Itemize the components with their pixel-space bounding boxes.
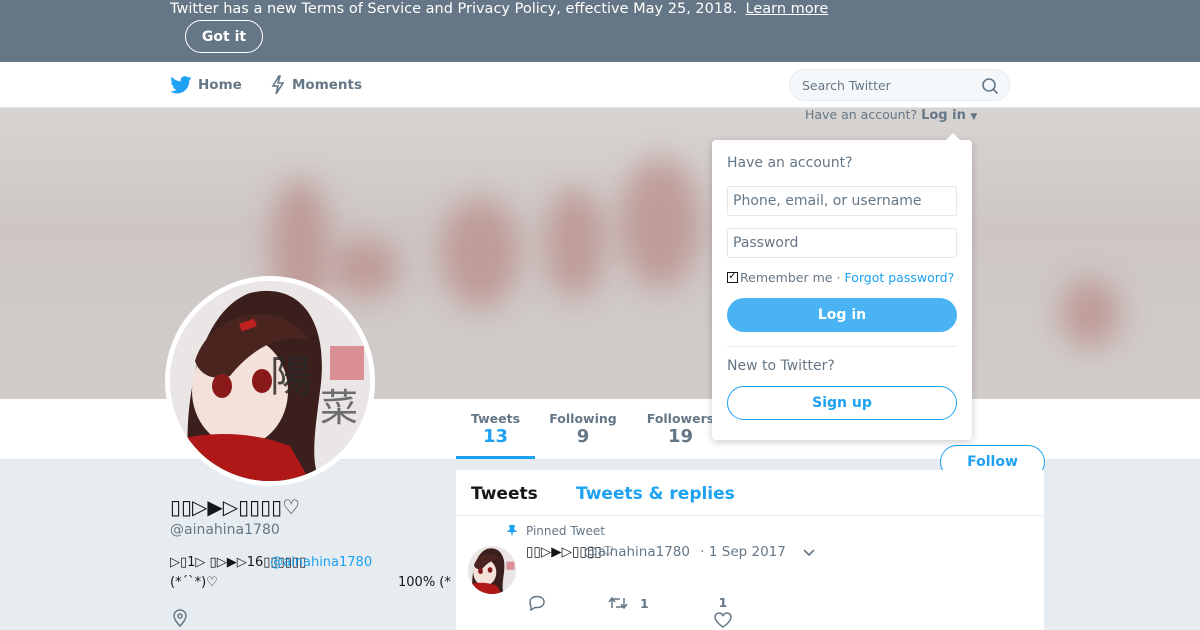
forgot-password-link[interactable]: Forgot password?	[844, 270, 954, 285]
top-navigation: Home Moments	[0, 62, 1200, 108]
twitter-bird-icon	[170, 76, 192, 94]
search-icon[interactable]	[981, 77, 999, 95]
terms-banner: Twitter has a new Terms of Service and P…	[0, 0, 1200, 62]
stat-followers-value: 19	[667, 426, 694, 447]
pinned-tweet-context: Pinned Tweet	[506, 524, 605, 538]
remember-me-label[interactable]: Remember me	[740, 270, 832, 285]
have-account-label: Have an account?	[805, 107, 918, 122]
bio-emoticon: (*´`*)♡	[170, 575, 218, 590]
signup-button[interactable]: Sign up	[727, 386, 957, 420]
profile-handle[interactable]: @ainahina1780	[170, 522, 280, 538]
stat-tweets-value: 13	[482, 426, 509, 447]
new-to-twitter-label: New to Twitter?	[727, 358, 835, 374]
stat-tweets[interactable]: Tweets 13	[456, 399, 535, 459]
banner-text: Twitter has a new Terms of Service and P…	[170, 0, 828, 18]
bio-percent-text: 100% (*	[398, 575, 451, 590]
svg-text:菜: 菜	[320, 386, 358, 430]
svg-text:陽: 陽	[270, 352, 312, 401]
stat-followers-label: Followers	[646, 411, 715, 426]
search-box	[789, 69, 1010, 101]
pin-icon	[507, 525, 517, 537]
bio-line-2: (*´`*)♡ 100% (*	[170, 575, 460, 590]
dropdown-divider	[727, 346, 957, 347]
tweet-author-handle[interactable]: @ainahina1780	[584, 544, 690, 560]
separator-dot: ·	[836, 270, 841, 285]
tweet-date[interactable]: · 1 Sep 2017	[700, 544, 786, 560]
nav-moments[interactable]: Moments	[270, 62, 362, 108]
remember-me-checkbox[interactable]	[727, 269, 738, 283]
got-it-button[interactable]: Got it	[185, 20, 263, 53]
like-action[interactable]: 1	[714, 595, 732, 628]
learn-more-link[interactable]: Learn more	[746, 1, 829, 17]
stat-followers[interactable]: Followers 19	[643, 399, 718, 459]
location-pin-icon	[173, 609, 187, 627]
dropdown-title: Have an account?	[727, 155, 853, 171]
tab-tweets-replies[interactable]: Tweets & replies	[576, 484, 735, 504]
profile-avatar[interactable]: 陽 菜	[165, 276, 375, 486]
bio-mention-link[interactable]: @ainahina1780	[270, 555, 372, 570]
login-prompt: Have an account? Log in ▼	[805, 107, 977, 123]
password-field[interactable]	[727, 228, 957, 258]
caret-down-icon: ▼	[970, 112, 978, 122]
remember-row: Remember me · Forgot password?	[727, 269, 954, 285]
nav-home[interactable]: Home	[170, 62, 242, 108]
chevron-down-icon[interactable]	[802, 546, 816, 560]
reply-icon	[529, 595, 545, 611]
search-input[interactable]	[802, 70, 972, 100]
stat-following[interactable]: Following 9	[545, 399, 621, 459]
pinned-label: Pinned Tweet	[526, 524, 605, 538]
retweet-count: 1	[640, 595, 649, 611]
timeline-tabs: Tweets Tweets & replies	[456, 470, 1044, 516]
timeline: Tweets Tweets & replies Pinned Tweet ▯▯▷…	[456, 470, 1044, 630]
login-dropdown-toggle[interactable]: Log in ▼	[921, 108, 977, 123]
tweet-header: ▯▯▷▶▷▯▯▯▯♡ @ainahina1780 · 1 Sep 2017	[526, 544, 786, 560]
anime-avatar-art: 陽 菜	[170, 281, 370, 481]
tweet-avatar-art	[468, 546, 516, 594]
login-button[interactable]: Log in	[727, 298, 957, 332]
tweet-avatar[interactable]	[468, 546, 516, 594]
bio-line-1: ▷▯1▷ ▯▷▶▷16▯▯▯▯▯▯@ainahina1780	[170, 555, 372, 570]
lightning-icon	[271, 75, 285, 95]
stat-tweets-label: Tweets	[470, 411, 521, 426]
stat-following-value: 9	[576, 426, 590, 447]
heart-icon	[714, 612, 732, 628]
banner-message: Twitter has a new Terms of Service and P…	[170, 1, 737, 17]
login-dropdown: Have an account? Remember me · Forgot pa…	[712, 133, 972, 440]
profile-name: ▯▯▷▶▷▯▯▯▯♡	[170, 495, 301, 519]
avatar-image: 陽 菜	[170, 281, 370, 481]
like-count: 1	[718, 595, 728, 610]
tab-tweets[interactable]: Tweets	[471, 484, 538, 504]
login-link-label: Log in	[921, 108, 966, 123]
nav-moments-label: Moments	[292, 77, 363, 93]
nav-home-label: Home	[198, 77, 242, 93]
stat-following-label: Following	[549, 411, 617, 426]
retweet-icon	[608, 596, 628, 610]
username-field[interactable]	[727, 186, 957, 216]
retweet-action[interactable]: 1	[608, 595, 649, 611]
reply-action[interactable]	[528, 595, 558, 611]
